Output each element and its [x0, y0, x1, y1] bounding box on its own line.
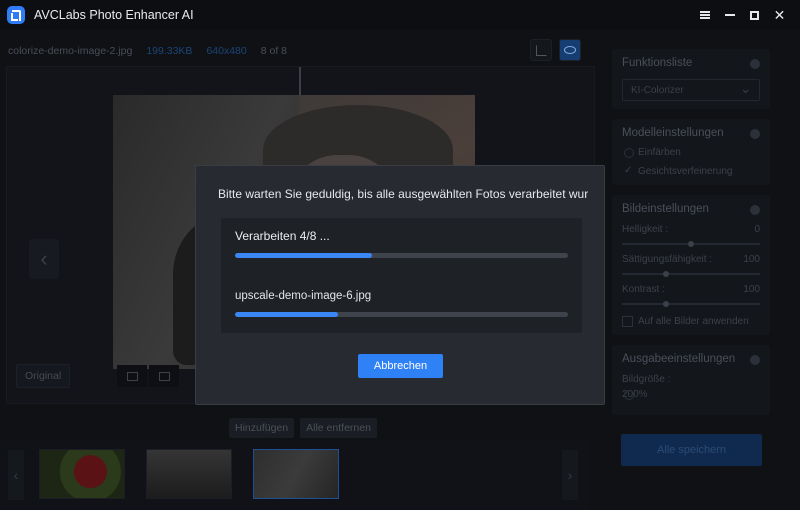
crop-icon: [535, 44, 547, 56]
saturation-value: 100: [743, 254, 760, 265]
crop-button[interactable]: [530, 39, 552, 61]
output-size-select[interactable]: 200%: [622, 389, 760, 400]
file-count: 8 of 8: [260, 45, 288, 57]
compare-divider-handle[interactable]: [299, 67, 301, 97]
app-logo-icon: [7, 6, 25, 24]
menu-icon[interactable]: [692, 0, 717, 30]
file-dimensions: 640x480: [206, 45, 247, 57]
cancel-button[interactable]: Abbrechen: [358, 354, 443, 378]
split-view-icon: [126, 371, 138, 381]
minimize-icon: [724, 14, 735, 16]
contrast-label: Kontrast :: [622, 284, 665, 295]
window-controls: ✕: [692, 0, 792, 30]
current-file-label: upscale-demo-image-6.jpg: [235, 290, 372, 302]
grid-view-button[interactable]: [149, 365, 179, 387]
thumbnail-strip: ‹ ›: [0, 440, 588, 510]
split-view-button[interactable]: [117, 365, 147, 387]
remove-all-button[interactable]: Alle entfernen: [300, 418, 377, 438]
eye-icon: [564, 46, 576, 54]
thumbnails-left-arrow[interactable]: ‹: [8, 450, 24, 500]
help-icon[interactable]: [750, 129, 760, 139]
save-all-button[interactable]: Alle speichern: [621, 434, 762, 466]
overall-progress-label: Verarbeiten 4/8 ...: [235, 229, 330, 243]
contrast-value: 100: [743, 284, 760, 295]
function-select[interactable]: KI-Colorizer: [622, 79, 760, 101]
image-settings-section: Bildeinstellungen Helligkeit : 0 Sättigu…: [612, 195, 770, 335]
help-icon[interactable]: [750, 205, 760, 215]
progress-panel: Verarbeiten 4/8 ... upscale-demo-image-6…: [221, 218, 582, 333]
brightness-slider[interactable]: [622, 241, 760, 247]
apply-all-checkbox[interactable]: Auf alle Bilder anwenden: [622, 316, 760, 327]
model-settings-title: Modelleinstellungen: [622, 127, 724, 139]
help-icon[interactable]: [750, 59, 760, 69]
model-settings-section: Modelleinstellungen Einfärben Gesichtsve…: [612, 119, 770, 185]
preview-toggle-button[interactable]: [559, 39, 581, 61]
minimize-button[interactable]: [717, 0, 742, 30]
help-icon[interactable]: [750, 355, 760, 365]
add-button[interactable]: Hinzufügen: [229, 418, 295, 438]
output-size-label: Bildgröße :: [622, 374, 671, 385]
brightness-value: 0: [754, 224, 760, 235]
file-name: colorize-demo-image-2.jpg: [8, 45, 133, 57]
model-option-face-refine[interactable]: Gesichtsverfeinerung: [622, 165, 760, 177]
function-list-section: Funktionsliste KI-Colorizer: [612, 49, 770, 109]
thumbnail-item[interactable]: [39, 449, 125, 499]
file-info-bar: colorize-demo-image-2.jpg 199.33KB 640x4…: [8, 45, 287, 57]
file-size: 199.33KB: [146, 45, 193, 57]
top-toolbar: [530, 39, 581, 61]
brightness-label: Helligkeit :: [622, 224, 669, 235]
saturation-label: Sättigungsfähigkeit :: [622, 254, 713, 265]
overall-progress-bar: [235, 253, 568, 258]
processing-dialog: Bitte warten Sie geduldig, bis alle ausg…: [195, 165, 605, 405]
maximize-icon: [750, 10, 759, 20]
settings-sidebar: Funktionsliste KI-Colorizer Modelleinste…: [612, 49, 770, 425]
image-actions: Hinzufügen Alle entfernen: [229, 418, 377, 438]
dialog-message: Bitte warten Sie geduldig, bis alle ausg…: [218, 187, 588, 201]
maximize-button[interactable]: [742, 0, 767, 30]
previous-image-button[interactable]: ‹: [29, 239, 59, 279]
function-list-title: Funktionsliste: [622, 57, 693, 69]
title-bar: AVCLabs Photo Enhancer AI ✕: [0, 0, 800, 30]
close-button[interactable]: ✕: [767, 0, 792, 30]
thumbnails-right-arrow[interactable]: ›: [562, 450, 578, 500]
contrast-slider[interactable]: [622, 301, 760, 307]
thumbnail-item-selected[interactable]: [253, 449, 339, 499]
original-button[interactable]: Original: [16, 364, 71, 388]
image-settings-title: Bildeinstellungen: [622, 203, 709, 215]
output-settings-section: Ausgabeeinstellungen Bildgröße : 200%: [612, 345, 770, 415]
view-mode-toolbar: [117, 365, 179, 387]
saturation-slider[interactable]: [622, 271, 760, 277]
app-title: AVCLabs Photo Enhancer AI: [34, 8, 194, 22]
file-progress-bar: [235, 312, 568, 317]
thumbnail-item[interactable]: [146, 449, 232, 499]
grid-view-icon: [158, 371, 170, 381]
output-settings-title: Ausgabeeinstellungen: [622, 353, 736, 365]
model-option-colorize[interactable]: Einfärben: [622, 147, 760, 158]
